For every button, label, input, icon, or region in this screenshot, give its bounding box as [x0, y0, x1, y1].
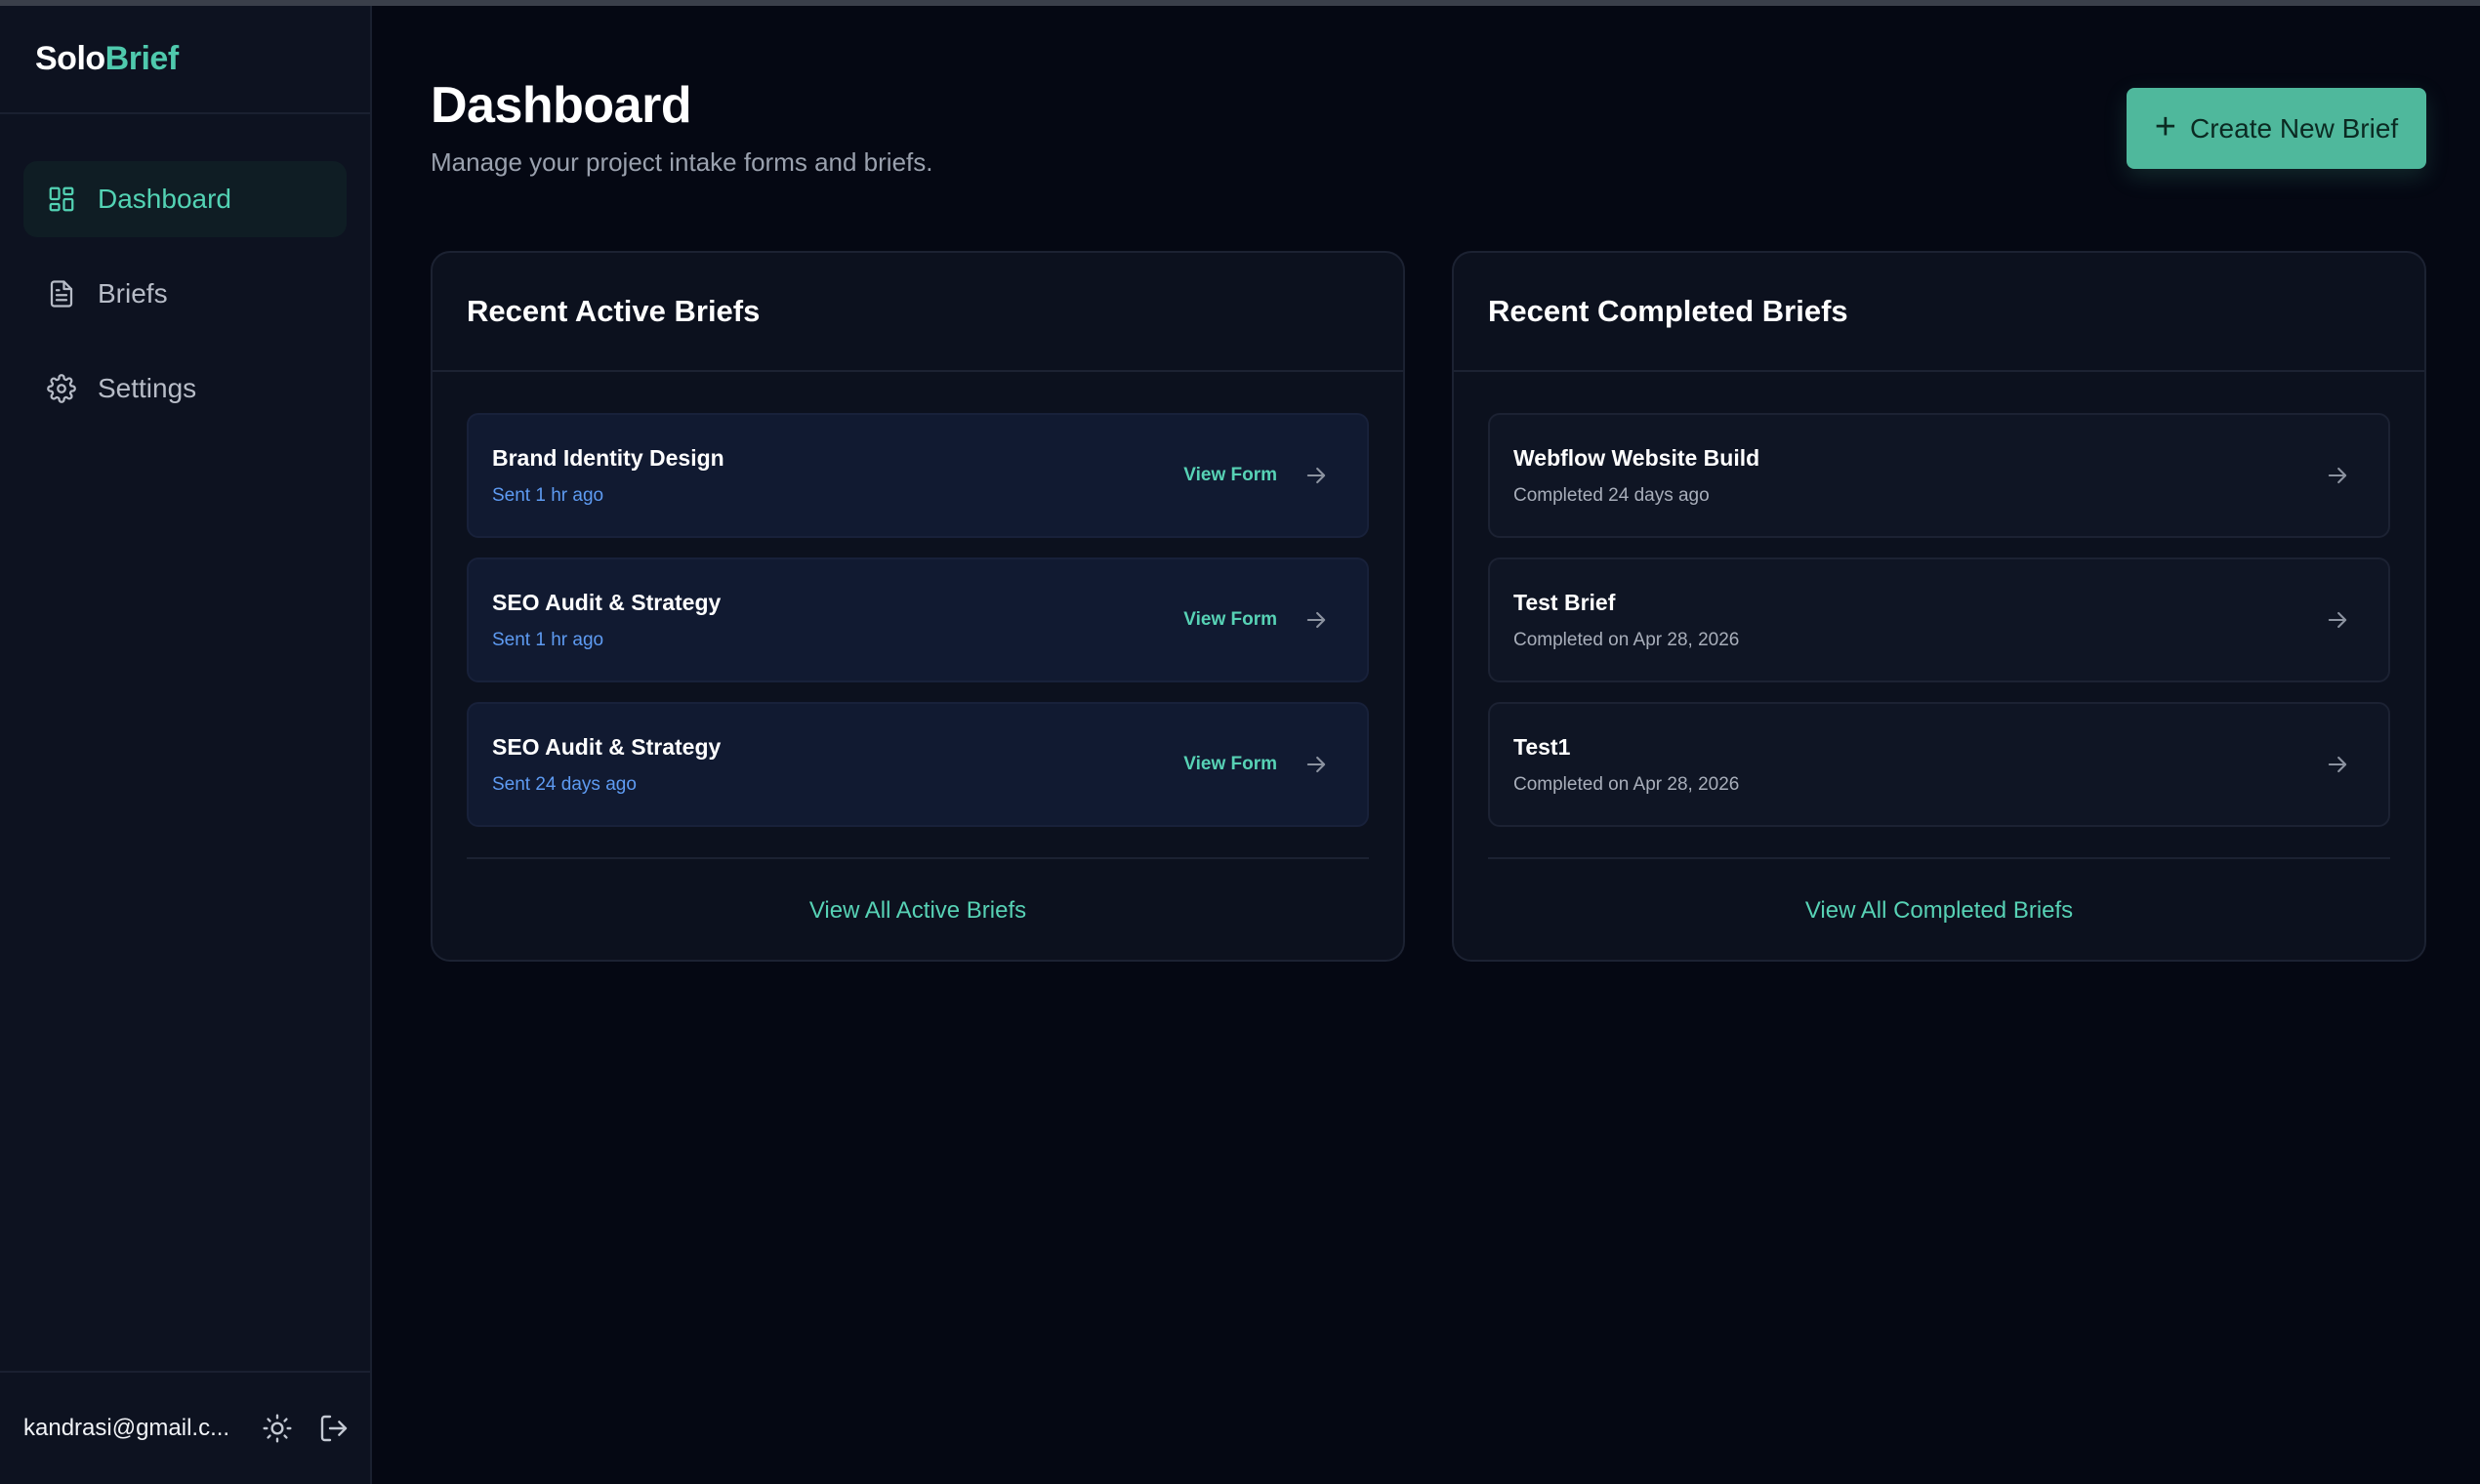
main-content: Dashboard Manage your project intake for…	[372, 6, 2480, 1484]
brief-title: Test Brief	[1513, 589, 1616, 615]
brief-title: SEO Audit & Strategy	[492, 733, 722, 760]
brief-title: SEO Audit & Strategy	[492, 589, 722, 615]
arrow-right-icon[interactable]	[2324, 462, 2351, 489]
card-title: Recent Completed Briefs	[1454, 253, 2424, 372]
recent-active-briefs-card: Recent Active Briefs Brand Identity Desi…	[431, 251, 1405, 962]
brief-status: Completed on Apr 28, 2026	[1513, 773, 1740, 795]
brief-title: Test1	[1513, 733, 1571, 760]
sidebar-item-settings[interactable]: Settings	[23, 350, 347, 427]
recent-completed-briefs-card: Recent Completed Briefs Webflow Website …	[1452, 251, 2426, 962]
view-form-link[interactable]: View Form	[1183, 754, 1277, 775]
completed-briefs-list: Webflow Website Build Completed 24 days …	[1454, 372, 2424, 827]
sidebar-item-briefs[interactable]: Briefs	[23, 256, 347, 332]
brief-status: Completed 24 days ago	[1513, 484, 1710, 506]
brief-title: Webflow Website Build	[1513, 444, 1760, 471]
gear-icon	[47, 374, 76, 403]
view-form-link[interactable]: View Form	[1183, 609, 1277, 631]
page-title: Dashboard	[431, 77, 692, 134]
card-title: Recent Active Briefs	[433, 253, 1403, 372]
dashboard-grid-icon	[47, 185, 76, 214]
brand-logo[interactable]: Solo Brief	[0, 6, 370, 114]
logout-icon[interactable]	[316, 1411, 351, 1446]
view-form-link[interactable]: View Form	[1183, 465, 1277, 486]
list-item[interactable]: SEO Audit & Strategy Sent 24 days ago Vi…	[467, 702, 1369, 827]
sidebar-item-label: Settings	[98, 373, 197, 403]
view-all-completed-briefs-link[interactable]: View All Completed Briefs	[1488, 857, 2390, 962]
create-button-label: Create New Brief	[2190, 112, 2399, 144]
list-item[interactable]: Test Brief Completed on Apr 28, 2026	[1488, 557, 2390, 682]
arrow-right-icon[interactable]	[1302, 462, 1330, 489]
sun-icon[interactable]	[260, 1411, 295, 1446]
sidebar-item-label: Briefs	[98, 278, 168, 309]
sidebar: Solo Brief Dashboard Briefs Settings kan…	[0, 6, 372, 1484]
arrow-right-icon[interactable]	[1302, 751, 1330, 778]
brief-status: Sent 24 days ago	[492, 773, 637, 795]
brand-name-part1: Solo	[35, 40, 105, 77]
list-item[interactable]: SEO Audit & Strategy Sent 1 hr ago View …	[467, 557, 1369, 682]
create-new-brief-button[interactable]: + Create New Brief	[2127, 88, 2426, 169]
active-briefs-list: Brand Identity Design Sent 1 hr ago View…	[433, 372, 1403, 827]
brief-title: Brand Identity Design	[492, 444, 724, 471]
brand-name-part2: Brief	[104, 40, 179, 77]
sidebar-footer: kandrasi@gmail.c...	[0, 1371, 370, 1484]
sidebar-item-label: Dashboard	[98, 184, 231, 214]
list-item[interactable]: Webflow Website Build Completed 24 days …	[1488, 413, 2390, 538]
view-all-active-briefs-link[interactable]: View All Active Briefs	[467, 857, 1369, 962]
user-email: kandrasi@gmail.c...	[23, 1415, 230, 1441]
document-icon	[47, 279, 76, 309]
arrow-right-icon[interactable]	[1302, 606, 1330, 634]
brief-status: Sent 1 hr ago	[492, 629, 604, 650]
arrow-right-icon[interactable]	[2324, 606, 2351, 634]
plus-icon: +	[2154, 106, 2176, 147]
page-subtitle: Manage your project intake forms and bri…	[431, 147, 933, 177]
arrow-right-icon[interactable]	[2324, 751, 2351, 778]
sidebar-item-dashboard[interactable]: Dashboard	[23, 161, 347, 237]
sidebar-nav: Dashboard Briefs Settings	[0, 114, 370, 427]
brief-status: Completed on Apr 28, 2026	[1513, 629, 1740, 650]
app-shell: Solo Brief Dashboard Briefs Settings kan…	[0, 6, 2480, 1484]
list-item[interactable]: Brand Identity Design Sent 1 hr ago View…	[467, 413, 1369, 538]
brief-status: Sent 1 hr ago	[492, 484, 604, 506]
list-item[interactable]: Test1 Completed on Apr 28, 2026	[1488, 702, 2390, 827]
